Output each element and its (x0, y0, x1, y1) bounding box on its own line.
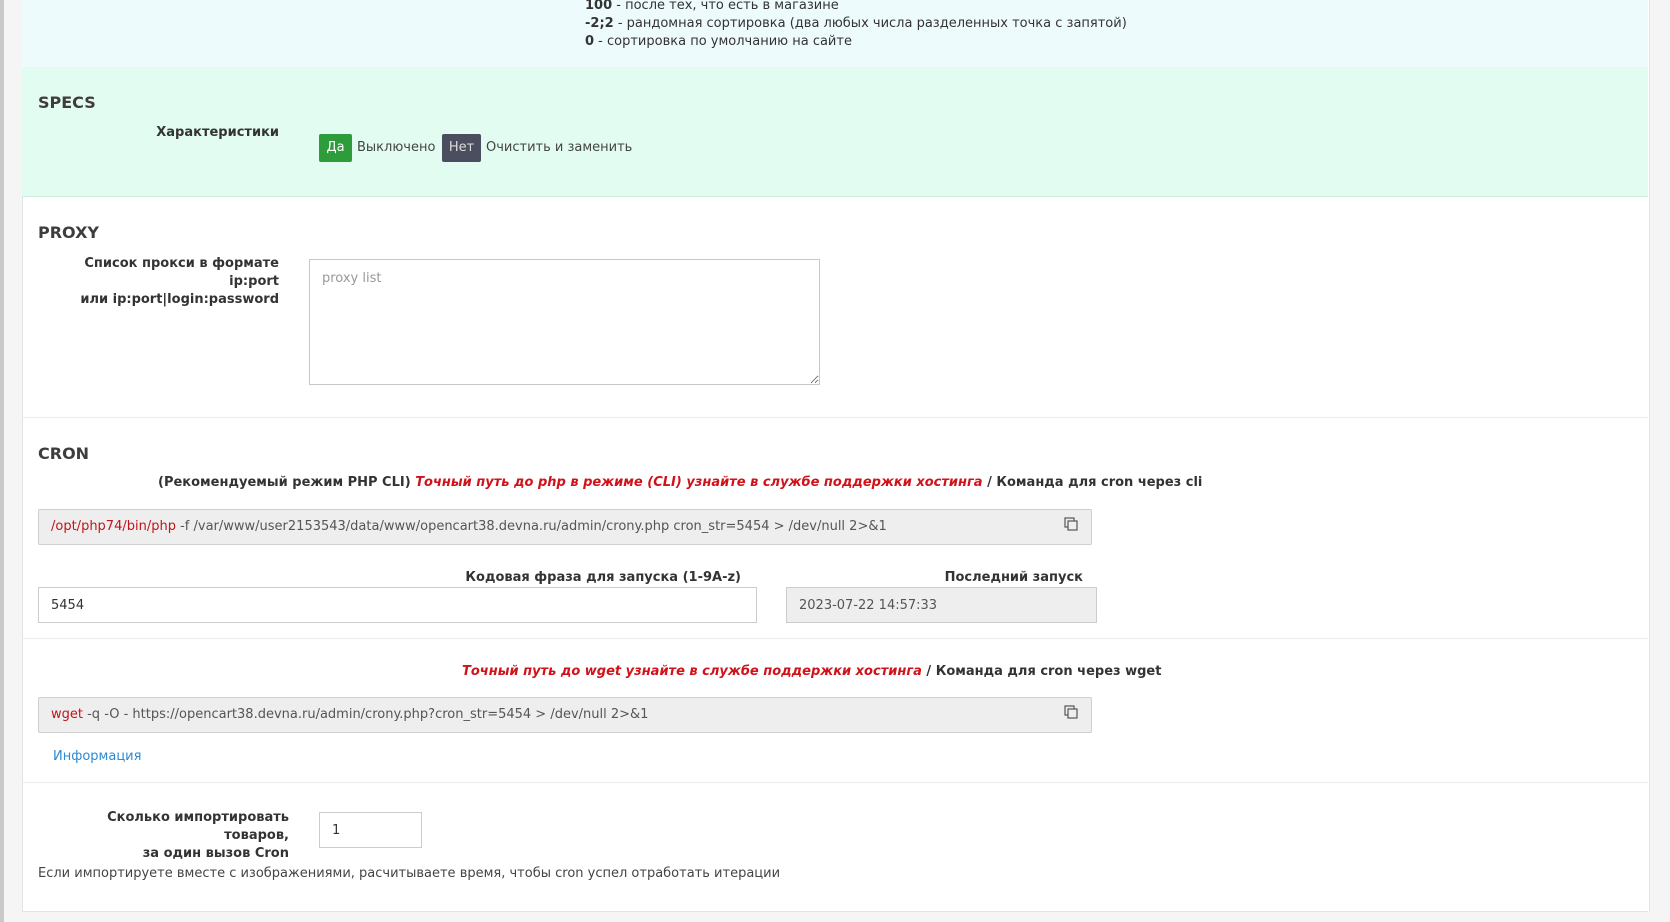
import-count-input[interactable] (319, 812, 422, 848)
cron-wget-hint: Точный путь до wget узнайте в службе под… (462, 664, 1162, 679)
info-link[interactable]: Информация (53, 749, 141, 764)
proxy-list-textarea[interactable] (309, 259, 820, 385)
specs-label: Характеристики (156, 125, 279, 140)
specs-yes-button[interactable]: Да (319, 134, 352, 162)
sort-help-line-2: -2;2 - рандомная сортировка (два любых ч… (585, 16, 1127, 31)
proxy-label-line-1: Список прокси в формате ip:port (84, 256, 279, 289)
divider (22, 782, 1648, 783)
specs-no-text: Очистить и заменить (486, 140, 633, 155)
proxy-label-line-2: или ip:port|login:password (80, 292, 279, 307)
cron-footer-note: Если импортируете вместе с изображениями… (38, 866, 781, 881)
sort-help-line-3: 0 - сортировка по умолчанию на сайте (585, 34, 852, 49)
cron-phrase-label: Кодовая фраза для запуска (1-9A-z) (465, 570, 741, 585)
last-run-input (786, 587, 1097, 623)
panel-bottom-border (22, 911, 1648, 912)
copy-icon[interactable] (1064, 517, 1078, 531)
sort-help-line-1: 100 - после тех, что есть в магазине (585, 0, 839, 13)
cron-phrase-input[interactable] (38, 587, 757, 623)
cron-cli-command-field[interactable]: /opt/php74/bin/php -f /var/www/user21535… (38, 509, 1092, 545)
wget-path: wget (51, 707, 83, 722)
import-count-label-line-2: за один вызов Cron (142, 846, 289, 861)
divider (22, 638, 1648, 639)
import-count-label-line-1: Сколько импортировать товаров, (107, 810, 289, 843)
divider (22, 417, 1648, 418)
copy-icon[interactable] (1064, 705, 1078, 719)
specs-title: SPECS (38, 93, 96, 112)
cron-cli-hint: (Рекомендуемый режим PHP CLI) Точный пут… (158, 475, 1203, 490)
proxy-label: Список прокси в формате ip:port или ip:p… (40, 255, 279, 309)
cli-php-path: /opt/php74/bin/php (51, 519, 176, 534)
specs-no-button[interactable]: Нет (442, 134, 481, 162)
specs-yes-text: Выключено (357, 140, 436, 155)
proxy-title: PROXY (38, 223, 99, 242)
cron-title: CRON (38, 444, 90, 463)
last-run-label: Последний запуск (944, 570, 1083, 585)
import-count-label: Сколько импортировать товаров, за один в… (40, 809, 289, 863)
left-edge-bar (0, 0, 4, 922)
cron-wget-command-field[interactable]: wget -q -O - https://opencart38.devna.ru… (38, 697, 1092, 733)
